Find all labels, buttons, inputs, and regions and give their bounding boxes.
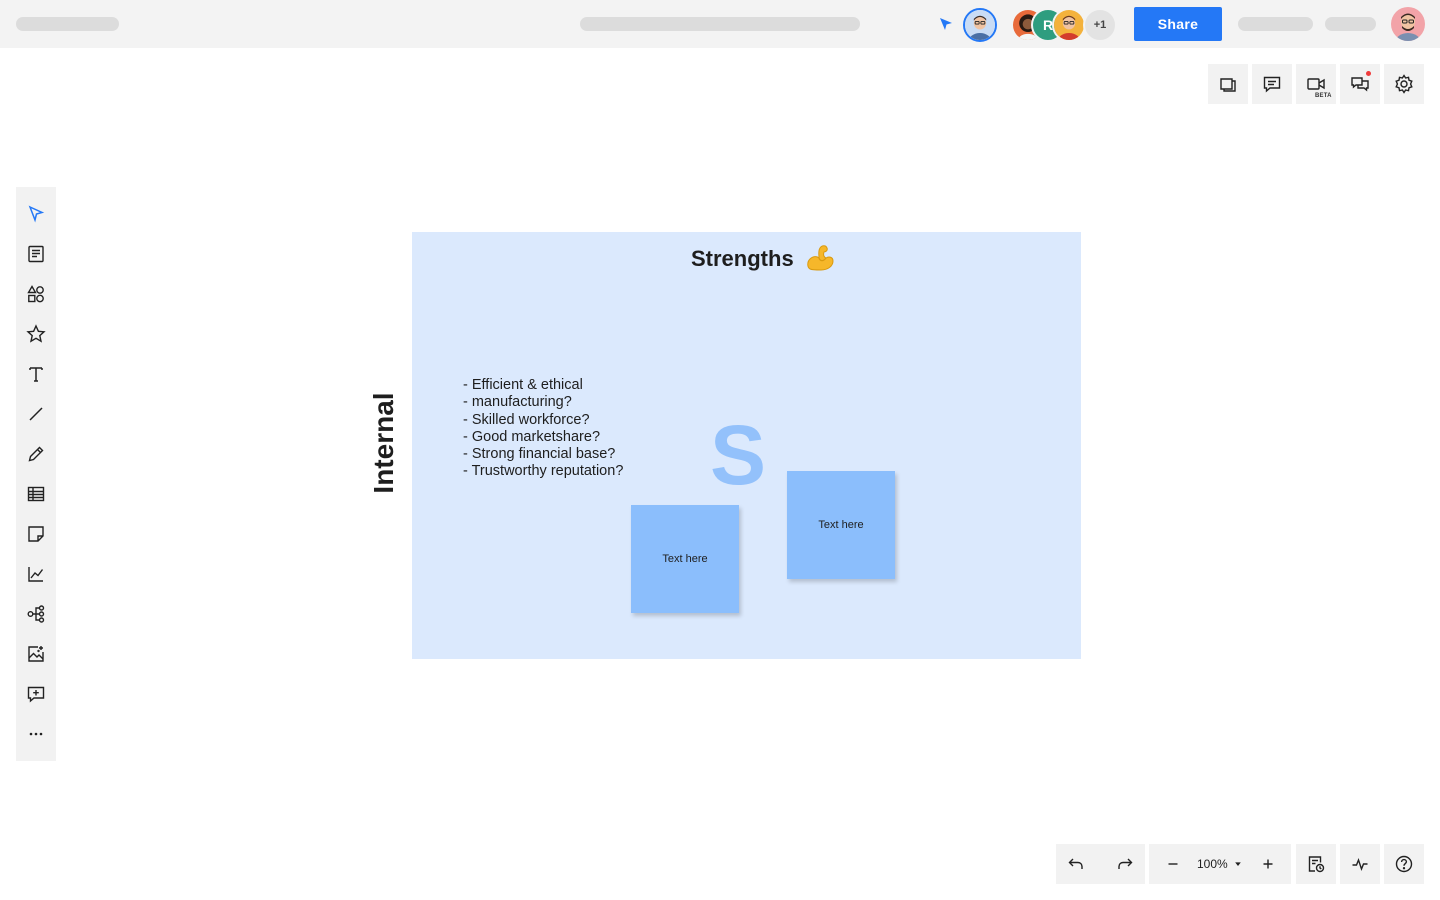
- minus-icon: [1168, 863, 1178, 865]
- top-bar: R +1 Share: [0, 0, 1440, 48]
- redo-icon: [1118, 858, 1133, 869]
- plus-icon: [1263, 859, 1273, 869]
- beta-badge: BETA: [1314, 93, 1333, 99]
- add-comment-icon: [27, 686, 45, 703]
- menu-placeholder[interactable]: [1325, 17, 1376, 31]
- shapes-icon: [27, 285, 44, 303]
- bullet-item: - Skilled workforce?: [463, 411, 590, 428]
- follow-user-avatar[interactable]: [963, 8, 997, 42]
- undo-button[interactable]: [1056, 844, 1096, 884]
- chat-button[interactable]: [1340, 64, 1380, 104]
- activity-button[interactable]: [1340, 844, 1380, 884]
- template-icon: [28, 245, 44, 263]
- bullet-item: - Strong financial base?: [463, 446, 616, 463]
- image-icon: [28, 646, 44, 662]
- line-chart-icon: [28, 567, 44, 582]
- history-button-wrap: [1296, 844, 1336, 884]
- settings-button[interactable]: [1384, 64, 1424, 104]
- document-breadcrumb-placeholder[interactable]: [16, 17, 119, 31]
- cursor-follow-icon[interactable]: [938, 16, 954, 32]
- undo-redo-group: [1056, 844, 1145, 884]
- chevron-down-icon[interactable]: [1234, 860, 1242, 868]
- help-icon: [1395, 855, 1413, 873]
- more-collaborators-badge[interactable]: +1: [1083, 8, 1117, 42]
- history-icon: [1308, 856, 1325, 873]
- select-tool-button[interactable]: [16, 194, 56, 234]
- sticky-note[interactable]: Text here: [631, 505, 739, 613]
- comments-button[interactable]: [1252, 64, 1292, 104]
- collaborator-avatar[interactable]: [1052, 8, 1086, 42]
- line-icon: [29, 407, 43, 421]
- chat-icon: [1351, 77, 1369, 92]
- left-toolbar: [16, 187, 56, 761]
- sticky-note-text: Text here: [818, 519, 864, 531]
- bullet-item: - Good marketshare?: [463, 428, 601, 445]
- pages-button[interactable]: [1208, 64, 1248, 104]
- image-tool-button[interactable]: [16, 634, 56, 674]
- notification-dot: [1366, 71, 1371, 76]
- redo-button[interactable]: [1105, 844, 1145, 884]
- pages-icon: [1220, 78, 1236, 92]
- pointer-icon: [28, 205, 45, 223]
- version-history-button[interactable]: [1296, 844, 1336, 884]
- internal-axis-label[interactable]: Internal: [368, 392, 400, 493]
- activity-button-wrap: [1340, 844, 1380, 884]
- bullet-item: - Efficient & ethical: [463, 377, 583, 393]
- swot-letter[interactable]: S: [710, 407, 766, 503]
- zoom-in-button[interactable]: [1248, 844, 1288, 884]
- table-tool-button[interactable]: [16, 474, 56, 514]
- star-icon: [26, 324, 46, 343]
- share-button[interactable]: Share: [1134, 7, 1222, 41]
- chart-tool-button[interactable]: [16, 554, 56, 594]
- sticky-note[interactable]: Text here: [787, 471, 895, 579]
- more-collaborators-count: +1: [1093, 19, 1107, 31]
- sticky-note-icon: [28, 526, 44, 542]
- flexed-biceps-icon[interactable]: [804, 242, 836, 274]
- activity-pulse-icon: [1352, 857, 1368, 872]
- comment-icon: [1263, 76, 1281, 93]
- zoom-level[interactable]: 100%: [1197, 857, 1228, 871]
- text-tool-button[interactable]: [16, 354, 56, 394]
- zoom-out-button[interactable]: [1153, 844, 1193, 884]
- video-camera-icon: [1307, 78, 1325, 90]
- comment-tool-button[interactable]: [16, 674, 56, 714]
- icons-tool-button[interactable]: [16, 314, 56, 354]
- sticky-note-tool-button[interactable]: [16, 514, 56, 554]
- table-icon: [27, 486, 45, 502]
- help-button[interactable]: [1384, 844, 1424, 884]
- strengths-bullet-list[interactable]: - Efficient & ethical - manufacturing? -…: [463, 377, 623, 481]
- pencil-icon: [28, 446, 44, 462]
- help-button-wrap: [1384, 844, 1424, 884]
- mind-map-icon: [27, 605, 45, 623]
- undo-icon: [1068, 858, 1083, 869]
- templates-tool-button[interactable]: [16, 234, 56, 274]
- line-tool-button[interactable]: [16, 394, 56, 434]
- text-icon: [29, 367, 43, 382]
- menu-placeholder[interactable]: [1238, 17, 1313, 31]
- more-tools-button[interactable]: [16, 714, 56, 754]
- more-dots-icon: [29, 732, 43, 736]
- bullet-item: - Trustworthy reputation?: [463, 463, 624, 480]
- gear-icon: [1395, 74, 1413, 94]
- video-call-button[interactable]: BETA: [1296, 64, 1336, 104]
- user-profile-avatar[interactable]: [1391, 7, 1425, 41]
- mind-map-tool-button[interactable]: [16, 594, 56, 634]
- bullet-item: - manufacturing?: [463, 394, 572, 411]
- zoom-controls: 100%: [1149, 844, 1291, 884]
- panel-title[interactable]: Strengths: [691, 246, 794, 272]
- shapes-tool-button[interactable]: [16, 274, 56, 314]
- document-title-placeholder[interactable]: [580, 17, 860, 31]
- sticky-note-text: Text here: [662, 553, 708, 565]
- pen-tool-button[interactable]: [16, 434, 56, 474]
